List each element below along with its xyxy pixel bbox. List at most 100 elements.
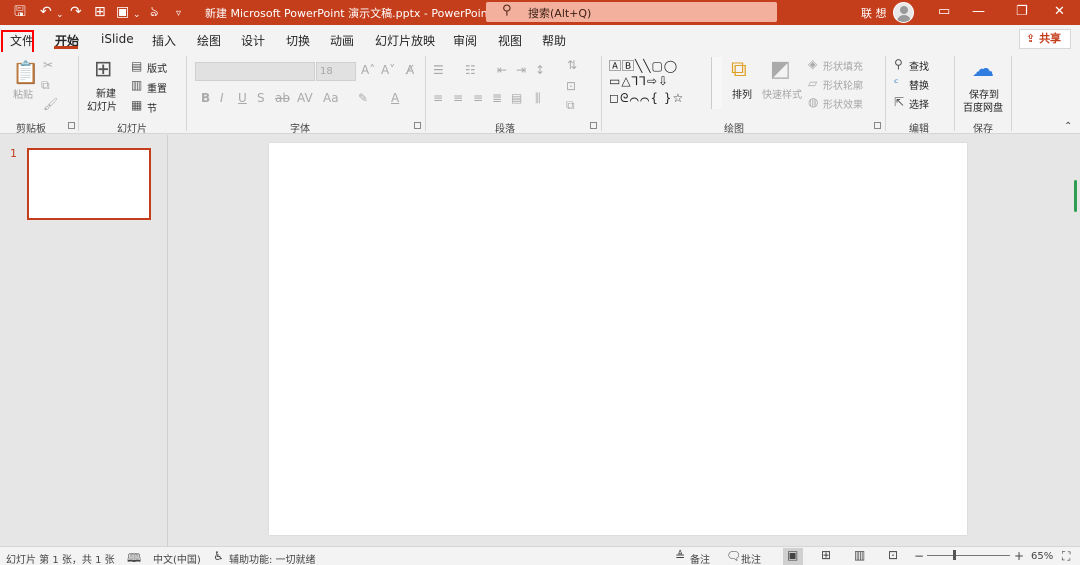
close-icon[interactable]: ✕ (1054, 4, 1065, 19)
undo-icon[interactable]: ↶ (40, 3, 52, 21)
tab-draw[interactable]: 绘图 (197, 32, 221, 49)
tab-transitions[interactable]: 切换 (286, 32, 310, 49)
tab-slideshow[interactable]: 幻灯片放映 (375, 32, 435, 49)
arrange-label[interactable]: 排列 (732, 86, 752, 101)
minimize-icon[interactable]: — (972, 4, 985, 19)
tab-view[interactable]: 视图 (498, 32, 522, 49)
shape-outline-icon[interactable]: ▱ (808, 76, 817, 90)
font-color-icon[interactable]: A (391, 91, 399, 105)
smartart-icon[interactable]: ⧉ (566, 98, 575, 112)
font-size-box[interactable]: 18 (316, 62, 356, 81)
customize-toolbar-icon[interactable]: ▿ (176, 5, 181, 23)
shape-fill-icon[interactable]: ◈ (808, 57, 817, 71)
paste-label[interactable]: 粘贴 (13, 86, 33, 101)
shape-effects-icon[interactable]: ◍ (808, 95, 818, 109)
zoom-slider-thumb[interactable] (953, 550, 956, 560)
increase-indent-icon[interactable]: ⇥ (516, 63, 526, 77)
line-spacing-icon[interactable]: ↕ (535, 63, 545, 77)
select-icon[interactable]: ⇱ (894, 95, 904, 109)
bold-icon[interactable]: B (201, 91, 210, 105)
format-painter-icon[interactable]: 🖌 (43, 97, 58, 111)
layout-label[interactable]: 版式 (147, 60, 167, 75)
normal-view-button[interactable]: ▣ (783, 548, 803, 565)
spelling-check-icon[interactable]: 🕮 (127, 549, 141, 565)
shape-outline-label[interactable]: 形状轮廓 (823, 77, 863, 92)
find-icon[interactable]: ⚲ (894, 57, 903, 71)
underline-icon[interactable]: U (238, 91, 247, 105)
reset-icon[interactable]: ▥ (131, 78, 142, 92)
accessibility-status[interactable]: 辅助功能: 一切就绪 (229, 551, 316, 565)
redo-icon[interactable]: ↷ (70, 3, 82, 21)
font-launcher-icon[interactable] (414, 122, 421, 129)
justify-icon[interactable]: ≣ (492, 91, 502, 105)
zoom-level[interactable]: 65% (1031, 551, 1053, 562)
highlight-icon[interactable]: ✎ (358, 91, 368, 105)
shapes-gallery-scroll[interactable] (711, 57, 722, 109)
slideshow-dropdown-icon[interactable]: ⌄ (133, 6, 141, 24)
undo-dropdown-icon[interactable]: ⌄ (56, 6, 64, 24)
shape-effects-label[interactable]: 形状效果 (823, 96, 863, 111)
align-text-icon[interactable]: ⊡ (566, 79, 576, 93)
zoom-in-icon[interactable]: + (1014, 549, 1024, 563)
islide-icon[interactable]: ঌ (150, 3, 158, 21)
new-slide-label-2[interactable]: 幻灯片 (87, 98, 117, 113)
save-to-label-2[interactable]: 百度网盘 (963, 99, 1003, 114)
notes-icon[interactable]: ≜ (675, 549, 685, 563)
shape-fill-label[interactable]: 形状填充 (823, 58, 863, 73)
user-name[interactable]: 联 想 (861, 5, 887, 21)
reading-view-button[interactable]: ▥ (850, 548, 870, 565)
slideshow-icon[interactable]: ▣ (116, 3, 129, 21)
slide-sorter-button[interactable]: ⊞ (817, 548, 837, 565)
new-slide-icon[interactable]: ⊞ (94, 58, 112, 82)
reset-label[interactable]: 重置 (147, 80, 167, 95)
shapes-gallery[interactable]: 🄰🄱╲╲▢◯ ▭△⅂⅂⇨⇩ ◻ᘓ⌒⌒{ }☆ (609, 57, 724, 109)
avatar[interactable] (893, 2, 914, 23)
columns-icon[interactable]: ⫼ (535, 91, 541, 105)
shapes-row-1[interactable]: 🄰🄱╲╲▢◯ (609, 57, 678, 74)
quick-styles-icon[interactable]: ◩ (770, 58, 791, 82)
shapes-row-3[interactable]: ◻ᘓ⌒⌒{ }☆ (609, 91, 684, 106)
paste-icon[interactable]: 📋 (12, 62, 39, 86)
font-name-box[interactable] (195, 62, 315, 81)
grow-font-icon[interactable]: A˄ (361, 63, 375, 77)
section-icon[interactable]: ▦ (131, 98, 142, 112)
tab-help[interactable]: 帮助 (542, 32, 566, 49)
italic-icon[interactable]: I (220, 91, 224, 105)
find-label[interactable]: 查找 (909, 58, 929, 73)
tab-animations[interactable]: 动画 (330, 32, 354, 49)
bullets-icon[interactable]: ☰ (433, 63, 444, 77)
slide-thumbnail[interactable] (27, 148, 151, 220)
notes-label[interactable]: 备注 (690, 551, 710, 565)
align-left-icon[interactable]: ≡ (433, 91, 443, 105)
section-label[interactable]: 节 (147, 100, 157, 115)
quick-styles-label[interactable]: 快速样式 (762, 86, 802, 101)
replace-icon[interactable]: ᶜ (894, 76, 898, 90)
zoom-out-icon[interactable]: − (914, 549, 924, 563)
accessibility-icon[interactable]: ♿ (213, 549, 224, 563)
fit-slide-icon[interactable]: ⛶ (1062, 549, 1070, 564)
align-right-icon[interactable]: ≡ (473, 91, 483, 105)
decrease-indent-icon[interactable]: ⇤ (497, 63, 507, 77)
text-direction-icon[interactable]: ⇅ (567, 58, 577, 72)
tab-review[interactable]: 审阅 (453, 32, 477, 49)
replace-label[interactable]: 替换 (909, 77, 929, 92)
cut-icon[interactable]: ✂ (43, 58, 53, 72)
tab-insert[interactable]: 插入 (152, 32, 176, 49)
paragraph-launcher-icon[interactable] (590, 122, 597, 129)
ribbon-display-icon[interactable]: ▭ (938, 4, 950, 19)
collapse-ribbon-icon[interactable]: ⌃ (1064, 121, 1072, 132)
shrink-font-icon[interactable]: A˅ (381, 63, 395, 77)
shapes-row-2[interactable]: ▭△⅂⅂⇨⇩ (609, 74, 669, 88)
shadow-icon[interactable]: S (257, 91, 265, 105)
comments-icon[interactable]: 🗨 (726, 549, 741, 563)
share-button[interactable]: ⇪ 共享 (1019, 29, 1071, 49)
select-label[interactable]: 选择 (909, 96, 929, 111)
slideshow-view-button[interactable]: ⊡ (884, 548, 904, 565)
distributed-icon[interactable]: ▤ (511, 91, 522, 105)
tab-design[interactable]: 设计 (241, 32, 265, 49)
numbering-icon[interactable]: ☷ (465, 63, 476, 77)
slide[interactable] (269, 143, 967, 535)
baidu-netdisk-icon[interactable]: ☁ (972, 58, 994, 82)
vertical-scrollbar[interactable] (1074, 180, 1077, 212)
layout-icon[interactable]: ▤ (131, 59, 142, 73)
